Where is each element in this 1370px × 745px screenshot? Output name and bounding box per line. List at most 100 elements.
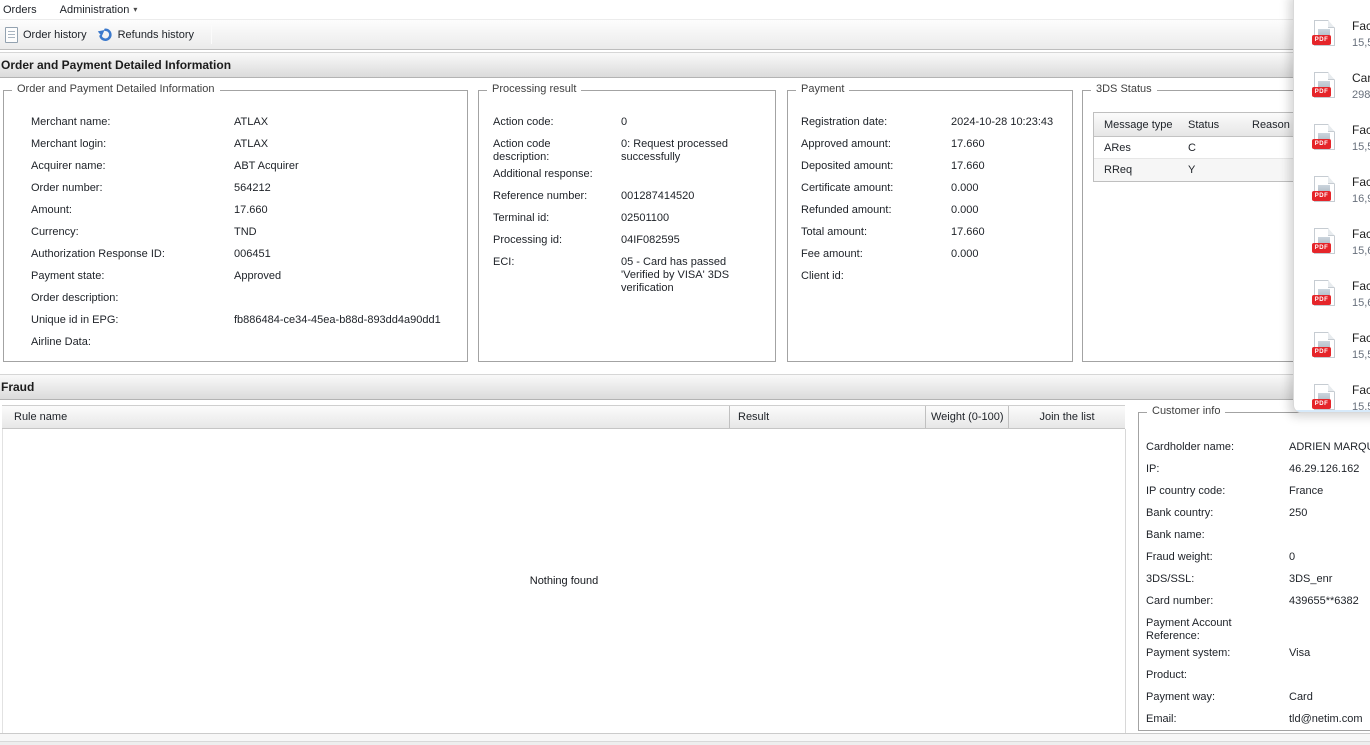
download-item[interactable]: PDF Fac 15,5 [1294, 19, 1370, 71]
field-label: Currency: [31, 222, 234, 239]
menu-orders[interactable]: Orders [0, 2, 46, 18]
field-row: Payment state: Approved [31, 266, 461, 288]
pdf-file-icon: PDF [1314, 228, 1335, 254]
download-title: Fac [1352, 331, 1370, 345]
field-label: Reference number: [493, 186, 605, 203]
three-ds-status-legend: 3DS Status [1091, 83, 1157, 95]
field-label: Amount: [31, 200, 234, 217]
refunds-history-button[interactable]: Refunds history [94, 24, 201, 45]
refund-arrow-icon [97, 27, 113, 42]
download-size: 15,6 [1352, 297, 1370, 309]
field-label: Cardholder name: [1146, 437, 1274, 454]
column-header-rule-name: Rule name [2, 411, 729, 423]
download-item[interactable]: PDF Fac 15,5 [1294, 123, 1370, 175]
field-value: 0.000 [951, 178, 1066, 195]
field-label: Certificate amount: [801, 178, 951, 195]
download-item[interactable]: PDF Fac 16,9 [1294, 175, 1370, 227]
field-row: Registration date: 2024-10-28 10:23:43 [801, 112, 1066, 134]
download-size: 15,5 [1352, 401, 1370, 413]
field-row: Action code description: 0: Request proc… [493, 134, 767, 164]
field-label: Payment state: [31, 266, 234, 283]
processing-result-legend: Processing result [487, 83, 581, 95]
field-row: Order number: 564212 [31, 178, 461, 200]
field-row: Certificate amount: 0.000 [801, 178, 1066, 200]
field-value: ATLAX [234, 112, 461, 129]
field-value: 17.660 [234, 200, 461, 217]
toolbar-separator [211, 25, 212, 44]
order-history-button[interactable]: Order history [2, 24, 94, 46]
column-header-status: Status [1186, 119, 1248, 131]
customer-info-panel: Customer info Cardholder name: ADRIEN MA… [1138, 412, 1370, 731]
download-size: 15,5 [1352, 141, 1370, 153]
field-label: Payment Account Reference: [1146, 613, 1274, 643]
empty-state-text: Nothing found [3, 575, 1125, 587]
column-header-result: Result [729, 406, 925, 428]
field-value: fb886484-ce34-45ea-b88d-893dd4a90dd1 [234, 310, 461, 327]
field-row: Fraud weight: 0 [1146, 547, 1370, 569]
field-value: tld@netim.com [1289, 709, 1370, 726]
field-label: Action code description: [493, 134, 605, 164]
payment-legend: Payment [796, 83, 849, 95]
field-value: 17.660 [951, 156, 1066, 173]
download-title: Fac [1352, 19, 1370, 33]
field-row: Payment Account Reference: [1146, 613, 1370, 643]
field-row: 3DS/SSL: 3DS_enr [1146, 569, 1370, 591]
field-label: Refunded amount: [801, 200, 951, 217]
field-label: Product: [1146, 665, 1274, 682]
field-value: ABT Acquirer [234, 156, 461, 173]
field-value: Card [1289, 687, 1370, 704]
pdf-file-icon: PDF [1314, 20, 1335, 46]
field-value: 0: Request processed successfully [621, 134, 767, 164]
refunds-history-label: Refunds history [118, 29, 194, 41]
field-row: Airline Data: [31, 332, 461, 354]
column-header-weight: Weight (0-100) [925, 406, 1008, 428]
download-size: 15,5 [1352, 37, 1370, 49]
menubar: Orders Administration ▾ [0, 0, 1370, 19]
download-item[interactable]: PDF Car 298 [1294, 71, 1370, 123]
field-row: Deposited amount: 17.660 [801, 156, 1066, 178]
field-row: Additional response: [493, 164, 767, 186]
field-label: Fraud weight: [1146, 547, 1274, 564]
pdf-file-icon: PDF [1314, 384, 1335, 410]
field-value: 0.000 [951, 200, 1066, 217]
field-label: Registration date: [801, 112, 951, 129]
pdf-badge: PDF [1312, 347, 1331, 357]
download-title: Fac [1352, 123, 1370, 137]
pdf-badge: PDF [1312, 243, 1331, 253]
field-label: Approved amount: [801, 134, 951, 151]
download-item[interactable]: PDF Fac 15,6 [1294, 279, 1370, 331]
field-label: Email: [1146, 709, 1274, 726]
pdf-badge: PDF [1312, 139, 1331, 149]
field-row: Order description: [31, 288, 461, 310]
field-value: TND [234, 222, 461, 239]
field-label: Merchant name: [31, 112, 234, 129]
field-row: Terminal id: 02501100 [493, 208, 767, 230]
download-item[interactable]: PDF Fac 15,6 [1294, 227, 1370, 279]
field-label: 3DS/SSL: [1146, 569, 1274, 586]
field-label: IP: [1146, 459, 1274, 476]
field-label: Airline Data: [31, 332, 234, 349]
field-row: Unique id in EPG: fb886484-ce34-45ea-b88… [31, 310, 461, 332]
field-label: Fee amount: [801, 244, 951, 261]
field-label: Card number: [1146, 591, 1274, 608]
menu-administration[interactable]: Administration ▾ [46, 2, 147, 18]
download-size: 298 [1352, 89, 1370, 101]
field-value: ADRIEN MARQU [1289, 437, 1370, 454]
download-title: Car [1352, 71, 1370, 85]
processing-result-panel: Processing result Action code: 0 Action … [478, 90, 776, 362]
field-row: Processing id: 04IF082595 [493, 230, 767, 252]
pdf-badge: PDF [1312, 399, 1331, 409]
download-title: Fac [1352, 279, 1370, 293]
field-label: Deposited amount: [801, 156, 951, 173]
field-value: 001287414520 [621, 186, 767, 203]
pdf-file-icon: PDF [1314, 280, 1335, 306]
download-item[interactable]: PDF Fac 15,5 [1294, 331, 1370, 383]
order-info-legend: Order and Payment Detailed Information [12, 83, 220, 95]
field-row: Bank country: 250 [1146, 503, 1370, 525]
cell-message-type: RReq [1094, 164, 1186, 176]
field-row: Bank name: [1146, 525, 1370, 547]
field-value: 02501100 [621, 208, 767, 225]
download-item[interactable]: PDF Fac 15,5 [1294, 383, 1370, 413]
field-value [621, 164, 767, 168]
pdf-badge: PDF [1312, 295, 1331, 305]
